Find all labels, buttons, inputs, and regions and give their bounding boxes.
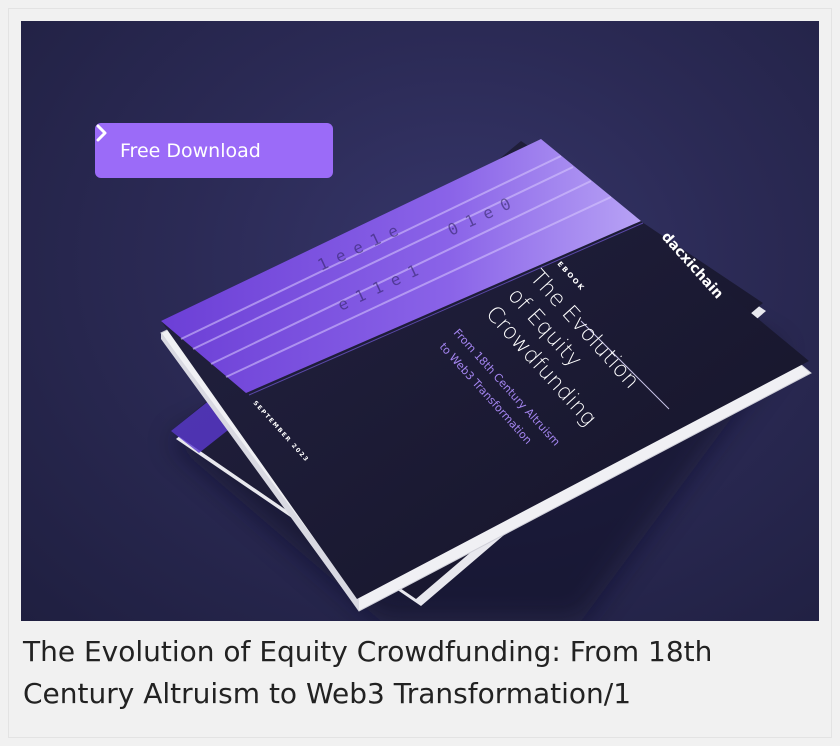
free-download-button[interactable]: Free Download — [95, 123, 333, 178]
ebook-title-link[interactable]: The Evolution of Equity Crowdfunding: Fr… — [23, 631, 823, 715]
ebook-cover-image[interactable]: 1 e e 1 e e 1 1 e 1 0 1 e 0 dacxichain E… — [21, 21, 819, 621]
book-mockup-illustration: 1 e e 1 e e 1 1 e 1 0 1 e 0 dacxichain E… — [160, 139, 812, 621]
ebook-card[interactable]: 1 e e 1 e e 1 1 e 1 0 1 e 0 dacxichain E… — [8, 8, 832, 738]
chevron-right-icon — [96, 124, 297, 161]
free-download-label: Free Download — [120, 139, 261, 162]
